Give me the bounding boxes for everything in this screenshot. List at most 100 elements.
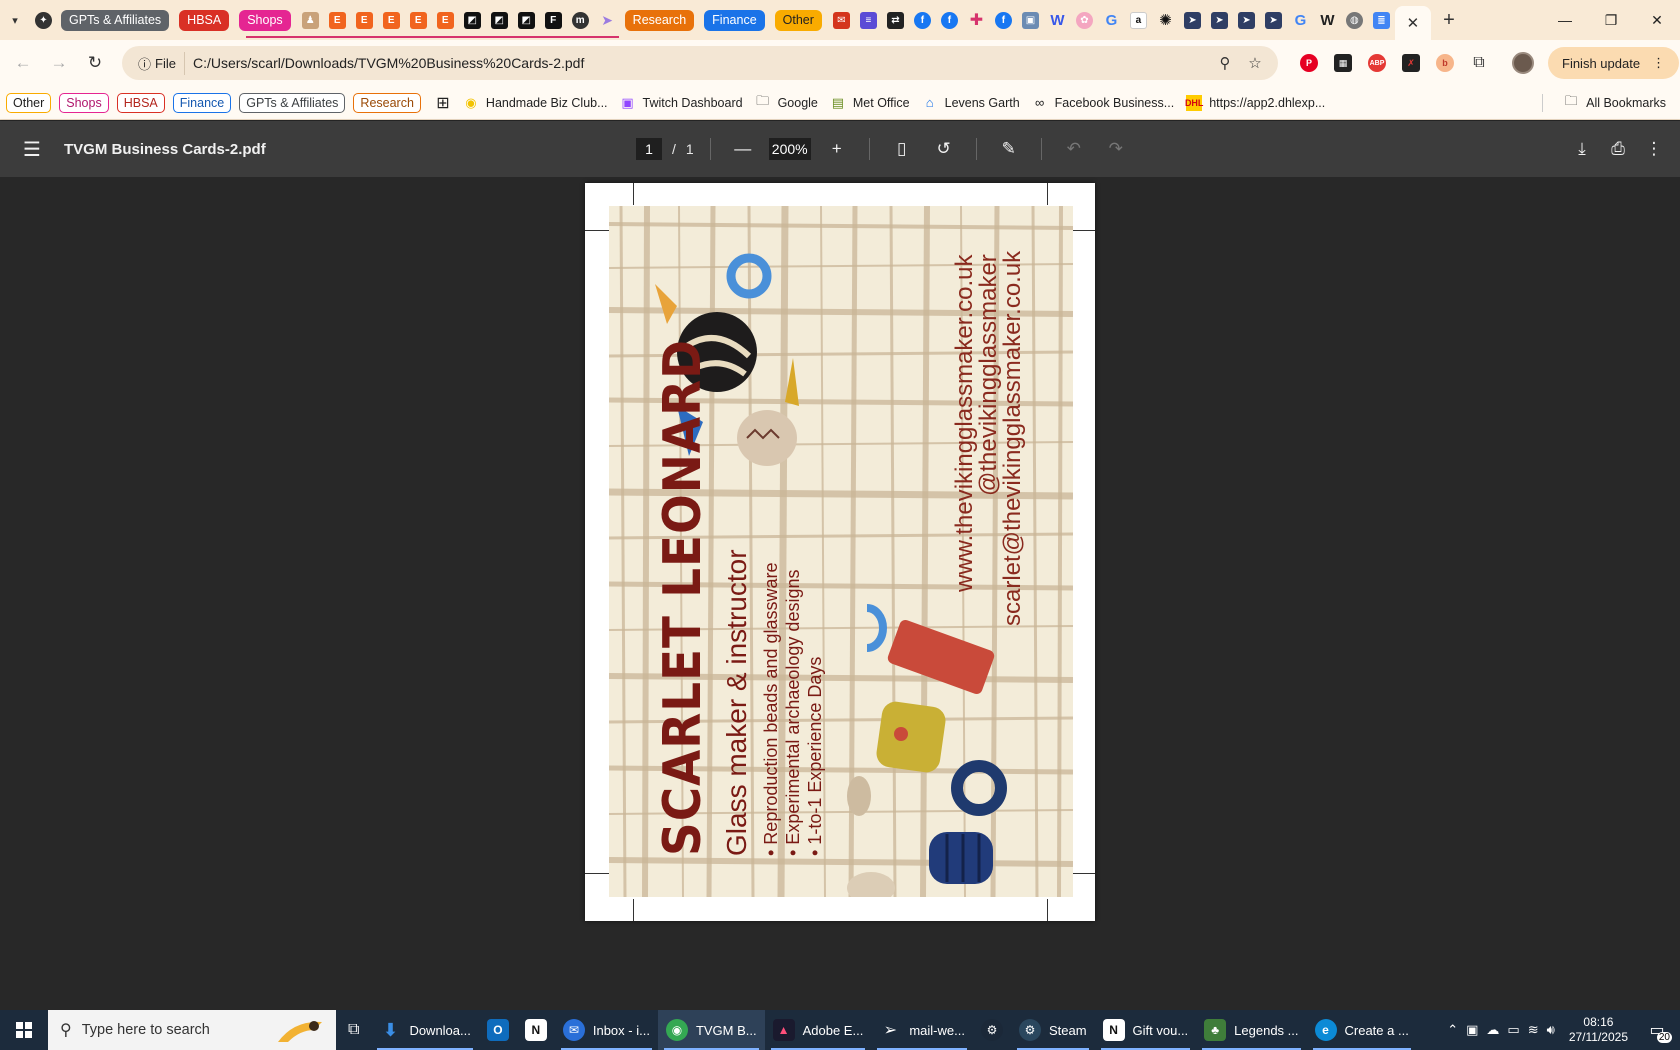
- taskbar-mail-web[interactable]: ➢ mail-we...: [871, 1010, 973, 1050]
- close-window-button[interactable]: ✕: [1634, 0, 1680, 40]
- zoom-in-button[interactable]: +: [821, 133, 853, 165]
- tab-app-1[interactable]: ◩: [459, 0, 486, 40]
- tab-docs[interactable]: ≣: [1368, 0, 1395, 40]
- clock[interactable]: 08:16 27/11/2025: [1563, 1015, 1634, 1045]
- taskbar-edge[interactable]: e Create a ...: [1307, 1010, 1417, 1050]
- tab-group-hbsa[interactable]: HBSA: [179, 9, 230, 31]
- bookmark-facebook-business[interactable]: ∞ Facebook Business...: [1032, 95, 1174, 111]
- bookmark-group-gpts-affiliates[interactable]: GPTs & Affiliates: [239, 92, 346, 113]
- bookmark-group-hbsa[interactable]: HBSA: [116, 92, 165, 113]
- tab-facebook-2[interactable]: f: [936, 0, 963, 40]
- tab-google-1[interactable]: G: [1098, 0, 1125, 40]
- tab-sync[interactable]: ⇄: [882, 0, 909, 40]
- pdf-sidebar-menu-icon[interactable]: ☰: [0, 137, 64, 162]
- adblock-plus-icon[interactable]: ABP: [1360, 46, 1394, 80]
- taskbar-outlook[interactable]: O: [479, 1010, 517, 1050]
- start-button[interactable]: [0, 1010, 48, 1050]
- pinterest-extension-icon[interactable]: P: [1292, 46, 1326, 80]
- task-view-button[interactable]: ⧉: [336, 1010, 371, 1050]
- tab-globe[interactable]: ◍: [1341, 0, 1368, 40]
- tab-pink[interactable]: ✿: [1071, 0, 1098, 40]
- tab-royal-mail[interactable]: ✉: [828, 0, 855, 40]
- apps-grid-button[interactable]: ⊞: [435, 95, 451, 112]
- bookmark-twitch-dashboard[interactable]: ▣ Twitch Dashboard: [620, 95, 742, 111]
- restore-button[interactable]: ❐: [1588, 0, 1634, 40]
- bookmark-google-folder[interactable]: 🗀 Google: [755, 93, 818, 111]
- tab-bookmark-1[interactable]: ➤: [1179, 0, 1206, 40]
- bookmark-star-icon[interactable]: ☆: [1240, 54, 1270, 72]
- bookmark-handmade-biz[interactable]: ◉ Handmade Biz Club...: [463, 95, 607, 111]
- site-info-button[interactable]: ⓘ File: [130, 51, 185, 75]
- tab-m[interactable]: m: [567, 0, 594, 40]
- extension-icon-4[interactable]: ✗: [1394, 46, 1428, 80]
- meet-icon[interactable]: ▣: [1466, 1022, 1478, 1038]
- url-text[interactable]: C:/Users/scarl/Downloads/TVGM%20Business…: [193, 55, 1210, 71]
- zoom-level-input[interactable]: 200%: [768, 138, 811, 160]
- tab-app-2[interactable]: ◩: [486, 0, 513, 40]
- back-button[interactable]: ←: [6, 46, 40, 80]
- tab-facebook-3[interactable]: f: [990, 0, 1017, 40]
- address-bar[interactable]: ⓘ File C:/Users/scarl/Downloads/TVGM%20B…: [122, 46, 1278, 80]
- taskbar-legends[interactable]: ♣ Legends ...: [1196, 1010, 1306, 1050]
- tab-chatgpt-2[interactable]: ✺: [1152, 0, 1179, 40]
- bookmark-group-shops[interactable]: Shops: [59, 92, 109, 113]
- finish-update-button[interactable]: Finish update ⋮: [1548, 47, 1680, 79]
- tab-group-finance[interactable]: Finance: [704, 9, 765, 31]
- redo-button[interactable]: ↷: [1100, 133, 1132, 165]
- onedrive-icon[interactable]: ☁: [1486, 1022, 1499, 1038]
- annotate-button[interactable]: ✎: [993, 133, 1025, 165]
- extension-icon-5[interactable]: b: [1428, 46, 1462, 80]
- download-button[interactable]: ⤓: [1566, 133, 1598, 165]
- more-options-button[interactable]: ⋮: [1638, 133, 1670, 165]
- display-icon[interactable]: ▭: [1507, 1022, 1519, 1038]
- taskbar-notion[interactable]: N: [517, 1010, 555, 1050]
- new-tab-button[interactable]: +: [1431, 0, 1467, 40]
- taskbar-search[interactable]: ⚲ Type here to search: [48, 1010, 336, 1050]
- fit-page-button[interactable]: ▯: [886, 133, 918, 165]
- tab-etsy-5[interactable]: E: [432, 0, 459, 40]
- extension-icon-2[interactable]: ▦: [1326, 46, 1360, 80]
- taskbar-gift-voucher[interactable]: N Gift vou...: [1095, 1010, 1197, 1050]
- bookmark-group-other[interactable]: Other: [6, 92, 52, 113]
- taskbar-chrome[interactable]: ◉ TVGM B...: [657, 1010, 765, 1050]
- taskbar-steam-pinned[interactable]: ⚙: [973, 1010, 1011, 1050]
- notifications-button[interactable]: ▭ 20: [1642, 1015, 1672, 1045]
- minimize-button[interactable]: —: [1542, 0, 1588, 40]
- tab-facebook-1[interactable]: f: [909, 0, 936, 40]
- tab-faire[interactable]: F: [540, 0, 567, 40]
- tab-list[interactable]: ≡: [855, 0, 882, 40]
- tab-shop[interactable]: ♟: [297, 0, 324, 40]
- taskbar-steam[interactable]: ⚙ Steam: [1011, 1010, 1095, 1050]
- profile-avatar[interactable]: [1506, 46, 1540, 80]
- print-button[interactable]: ⎙: [1602, 133, 1634, 165]
- tab-bookmark-4[interactable]: ➤: [1260, 0, 1287, 40]
- forward-button[interactable]: →: [42, 46, 76, 80]
- bookmark-group-finance[interactable]: Finance: [172, 92, 232, 113]
- wifi-icon[interactable]: ≋: [1528, 1022, 1539, 1038]
- tab-chatgpt[interactable]: ✦: [30, 0, 57, 40]
- tab-amazon[interactable]: a: [1125, 0, 1152, 40]
- zoom-icon[interactable]: ⚲: [1210, 54, 1240, 72]
- tab-wordpress[interactable]: W: [1044, 0, 1071, 40]
- tab-group-gpts-affiliates[interactable]: GPTs & Affiliates: [61, 9, 170, 31]
- tab-bookmark-3[interactable]: ➤: [1233, 0, 1260, 40]
- bookmark-dhl[interactable]: DHL https://app2.dhlexp...: [1185, 94, 1325, 111]
- tab-group-research[interactable]: Research: [624, 9, 695, 31]
- tab-google-2[interactable]: G: [1287, 0, 1314, 40]
- bookmark-met-office[interactable]: ▤ Met Office: [830, 95, 910, 111]
- tab-group-shops[interactable]: Shops: [239, 9, 291, 31]
- taskbar-downloads[interactable]: ⬇ Downloa...: [371, 1010, 478, 1050]
- bookmark-levens-garth[interactable]: ⌂ Levens Garth: [922, 95, 1020, 111]
- tab-app-3[interactable]: ◩: [513, 0, 540, 40]
- tab-search-icon[interactable]: ▾: [0, 0, 30, 40]
- tab-etsy-3[interactable]: E: [378, 0, 405, 40]
- reload-button[interactable]: ↻: [78, 46, 112, 80]
- taskbar-adobe-express[interactable]: ▲ Adobe E...: [765, 1010, 872, 1050]
- bookmark-group-research[interactable]: Research: [353, 92, 421, 113]
- zoom-out-button[interactable]: —: [727, 133, 759, 165]
- all-bookmarks-button[interactable]: 🗀 All Bookmarks: [1563, 93, 1666, 111]
- undo-button[interactable]: ↶: [1058, 133, 1090, 165]
- chevron-up-icon[interactable]: ⌃: [1447, 1022, 1458, 1038]
- page-number-input[interactable]: 1: [636, 138, 662, 160]
- tab-plus[interactable]: ✚: [963, 0, 990, 40]
